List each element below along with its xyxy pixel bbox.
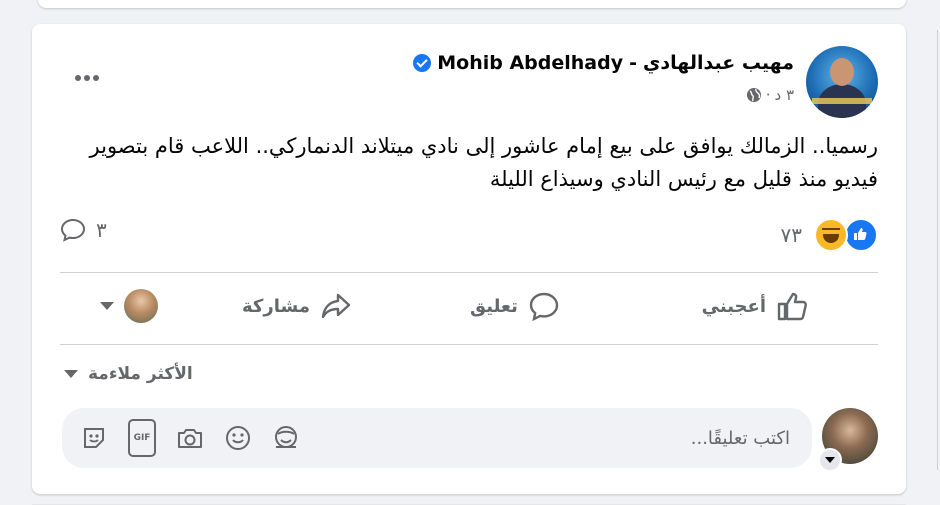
chevron-down-icon[interactable] <box>100 302 114 310</box>
sticker-icon[interactable] <box>80 424 108 452</box>
post-text: رسميا.. الزمالك يوافق على بيع إمام عاشور… <box>89 134 878 191</box>
reactions-count[interactable]: ٧٣ <box>781 223 802 247</box>
chevron-down-icon <box>64 370 78 378</box>
post-stats: ٧٣ ٣ <box>32 218 906 252</box>
post-actions: أعجبني تعليق مشاركة <box>60 274 878 338</box>
previous-post-card <box>38 0 906 8</box>
divider-bottom <box>60 344 878 345</box>
comment-bubble-icon <box>529 292 559 321</box>
post-card: Mohib Abdelhady - مهيب عبدالهادي ٣ د · ر… <box>32 24 906 505</box>
like-button[interactable]: أعجبني <box>702 274 810 338</box>
haha-reaction-icon <box>814 218 848 252</box>
avatar-sticker-icon[interactable] <box>272 424 300 452</box>
comment-composer: GIF <box>60 406 878 472</box>
like-reaction-icon <box>844 218 878 252</box>
share-as-avatar[interactable] <box>124 289 158 323</box>
comments-sort-dropdown[interactable]: الأكثر ملاءمة <box>64 364 193 384</box>
post-header: Mohib Abdelhady - مهيب عبدالهادي <box>413 52 794 74</box>
globe-icon[interactable] <box>746 87 762 103</box>
author-avatar[interactable] <box>806 46 878 118</box>
comments-count: ٣ <box>96 218 107 242</box>
chevron-down-icon[interactable] <box>818 448 842 472</box>
comment-bubble-icon <box>60 218 86 242</box>
thumbs-up-icon <box>777 292 807 321</box>
reactions-summary[interactable]: ٧٣ <box>781 218 878 252</box>
author-separator: - <box>629 52 637 74</box>
comment-label: تعليق <box>470 295 518 317</box>
more-options-button[interactable] <box>72 68 102 88</box>
camera-icon[interactable] <box>176 424 204 452</box>
gif-icon[interactable]: GIF <box>127 419 157 457</box>
post-time[interactable]: ٣ د <box>774 86 794 104</box>
author-name-latin[interactable]: Mohib Abdelhady <box>437 52 623 74</box>
page-scrollbar[interactable] <box>930 0 940 487</box>
share-button[interactable]: مشاركة <box>100 274 352 338</box>
comment-button[interactable]: تعليق <box>470 274 560 338</box>
sort-label: الأكثر ملاءمة <box>88 364 193 384</box>
composer-tools: GIF <box>80 419 300 457</box>
verified-badge-icon <box>413 54 432 72</box>
author-name-arabic[interactable]: مهيب عبدالهادي <box>643 52 794 74</box>
emoji-icon[interactable] <box>224 424 252 452</box>
divider-top <box>60 272 878 273</box>
share-label: مشاركة <box>242 295 310 317</box>
more-dots-icon <box>75 75 81 81</box>
share-arrow-icon <box>321 293 351 319</box>
meta-dot: · <box>765 86 771 104</box>
comments-summary[interactable]: ٣ <box>60 218 107 242</box>
post-meta: ٣ د · <box>746 86 794 104</box>
like-label: أعجبني <box>701 295 766 317</box>
